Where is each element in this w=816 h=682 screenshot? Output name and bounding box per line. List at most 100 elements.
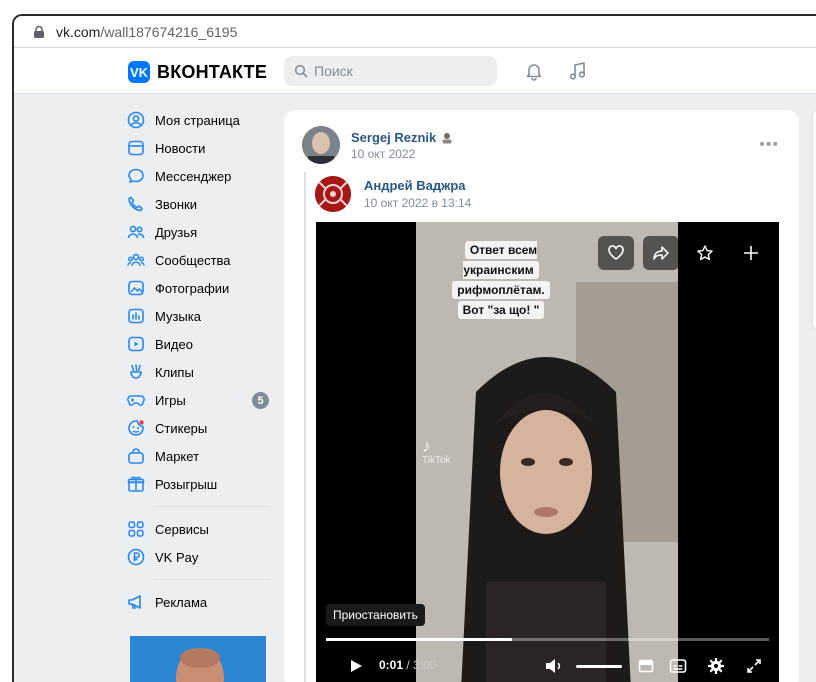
star-icon bbox=[697, 245, 713, 261]
phone-icon bbox=[128, 196, 143, 212]
logo-text: ВКОНТАКТЕ bbox=[157, 61, 268, 82]
sidebar-item-label: VK Pay bbox=[155, 549, 199, 565]
sidebar-item-phone[interactable]: Звонки bbox=[126, 190, 276, 218]
promo-banner-image[interactable] bbox=[130, 636, 266, 682]
sidebar-item-label: Новости bbox=[155, 140, 206, 156]
sidebar-item-vkpay[interactable]: VK Pay bbox=[126, 543, 276, 571]
sidebar-item-communities[interactable]: Сообщества bbox=[126, 246, 276, 274]
lock-icon bbox=[34, 25, 44, 38]
sidebar-item-label: Реклама bbox=[155, 594, 208, 610]
settings-button[interactable] bbox=[704, 654, 728, 678]
share-video-button[interactable] bbox=[643, 236, 679, 270]
vk-logo-icon: VK bbox=[128, 61, 150, 83]
subtitles-icon bbox=[669, 659, 687, 673]
sidebar-item-label: Клипы bbox=[155, 364, 194, 380]
video-caption: Ответ всем украинским рифмоплётам. Вот "… bbox=[426, 240, 576, 320]
video-progress-fill bbox=[326, 638, 513, 641]
miniplayer-icon bbox=[638, 659, 654, 673]
video-icon bbox=[128, 336, 144, 352]
repost-date[interactable]: 10 окт 2022 в 13:14 bbox=[364, 196, 471, 210]
url-text[interactable]: vk.com/wall187674216_6195 bbox=[56, 24, 237, 40]
video-controls: 0:01 / 3:00 bbox=[316, 648, 779, 682]
communities-icon bbox=[127, 253, 145, 267]
sidebar-item-news[interactable]: Новости bbox=[126, 134, 276, 162]
tiktok-watermark: ♪ TikTok bbox=[422, 436, 451, 466]
sidebar-item-label: Видео bbox=[155, 336, 193, 352]
sidebar-item-label: Музыка bbox=[155, 308, 201, 324]
fullscreen-button[interactable] bbox=[742, 654, 766, 678]
services-icon bbox=[128, 521, 144, 537]
gear-icon bbox=[708, 658, 724, 674]
gift-icon bbox=[127, 476, 145, 492]
video-player[interactable]: ♪ TikTok Ответ всем украинским рифмоплёта… bbox=[316, 222, 779, 682]
plus-icon bbox=[744, 246, 758, 260]
subtitles-button[interactable] bbox=[666, 654, 690, 678]
sidebar-item-friends[interactable]: Друзья bbox=[126, 218, 276, 246]
games-icon bbox=[127, 395, 145, 406]
like-video-button[interactable] bbox=[598, 236, 634, 270]
news-icon bbox=[128, 140, 144, 156]
market-icon bbox=[128, 448, 144, 464]
video-progress-bar[interactable] bbox=[326, 638, 769, 641]
sidebar-item-label: Мессенджер bbox=[155, 168, 232, 184]
volume-slider[interactable] bbox=[576, 665, 622, 668]
pause-tooltip: Приостановить bbox=[326, 604, 425, 626]
post-author[interactable]: Sergej Reznik bbox=[351, 130, 453, 145]
repost-author[interactable]: Андрей Ваджра bbox=[364, 178, 466, 193]
repost-line bbox=[304, 172, 306, 682]
sidebar-item-ads[interactable]: Реклама bbox=[126, 588, 276, 616]
user-status-icon bbox=[442, 132, 452, 143]
music-note-icon[interactable] bbox=[568, 61, 588, 81]
friends-icon bbox=[127, 225, 145, 239]
bell-icon[interactable] bbox=[524, 61, 544, 81]
sidebar-item-label: Друзья bbox=[155, 224, 198, 240]
sidebar-item-stickers[interactable]: Стикеры bbox=[126, 414, 276, 442]
author-avatar[interactable] bbox=[302, 126, 340, 164]
sidebar-item-services[interactable]: Сервисы bbox=[126, 515, 276, 543]
sidebar-item-clips[interactable]: Клипы bbox=[126, 358, 276, 386]
add-video-button[interactable] bbox=[736, 236, 766, 270]
post-date[interactable]: 10 окт 2022 bbox=[351, 147, 415, 161]
miniplayer-button[interactable] bbox=[634, 654, 658, 678]
sidebar-item-label: Маркет bbox=[155, 448, 200, 464]
site-header: VK ВКОНТАКТЕ Поиск bbox=[14, 48, 816, 94]
sidebar-item-photo[interactable]: Фотографии bbox=[126, 274, 276, 302]
ads-icon bbox=[128, 595, 141, 609]
messenger-icon bbox=[128, 168, 144, 183]
vk-logo[interactable]: VK ВКОНТАКТЕ bbox=[128, 61, 267, 83]
sidebar-item-music[interactable]: Музыка bbox=[126, 302, 276, 330]
profile-icon bbox=[127, 111, 145, 129]
clips-icon bbox=[130, 364, 142, 379]
nav-divider bbox=[154, 579, 270, 580]
music-icon bbox=[128, 308, 144, 324]
play-button[interactable] bbox=[344, 654, 368, 678]
right-panel-edge bbox=[812, 110, 816, 330]
sidebar-item-label: Сервисы bbox=[155, 521, 209, 537]
notification-badge: 5 bbox=[252, 392, 269, 409]
sidebar-item-messenger[interactable]: Мессенджер bbox=[126, 162, 276, 190]
sidebar-item-label: Стикеры bbox=[155, 420, 208, 436]
sidebar-item-video[interactable]: Видео bbox=[126, 330, 276, 358]
sidebar-item-label: Звонки bbox=[155, 196, 197, 212]
favorite-video-button[interactable] bbox=[690, 236, 720, 270]
wall-post: Sergej Reznik 10 окт 2022 ••• Андрей Вад… bbox=[284, 110, 799, 682]
sidebar-item-gift[interactable]: Розыгрыш bbox=[126, 470, 276, 498]
video-time: 0:01 / 3:00 bbox=[379, 658, 437, 672]
sidebar-item-market[interactable]: Маркет bbox=[126, 442, 276, 470]
address-bar[interactable]: vk.com/wall187674216_6195 bbox=[14, 16, 816, 48]
vkpay-icon bbox=[127, 548, 145, 566]
search-input[interactable]: Поиск bbox=[284, 56, 497, 86]
repost-author-avatar[interactable] bbox=[315, 176, 351, 212]
volume-button[interactable] bbox=[542, 654, 566, 678]
sidebar-item-label: Моя страница bbox=[155, 112, 240, 128]
more-options-icon[interactable]: ••• bbox=[759, 136, 779, 154]
photo-icon bbox=[128, 280, 144, 296]
sidebar-item-profile[interactable]: Моя страница bbox=[126, 106, 276, 134]
stickers-icon bbox=[128, 420, 144, 436]
share-icon bbox=[653, 246, 669, 260]
sidebar-item-label: Игры bbox=[155, 392, 186, 408]
search-placeholder: Поиск bbox=[314, 63, 353, 79]
sidebar-item-games[interactable]: Игры 5 bbox=[126, 386, 276, 414]
sidebar-item-label: Розыгрыш bbox=[155, 476, 218, 492]
browser-window: vk.com/wall187674216_6195 VK ВКОНТАКТЕ П… bbox=[12, 14, 816, 682]
